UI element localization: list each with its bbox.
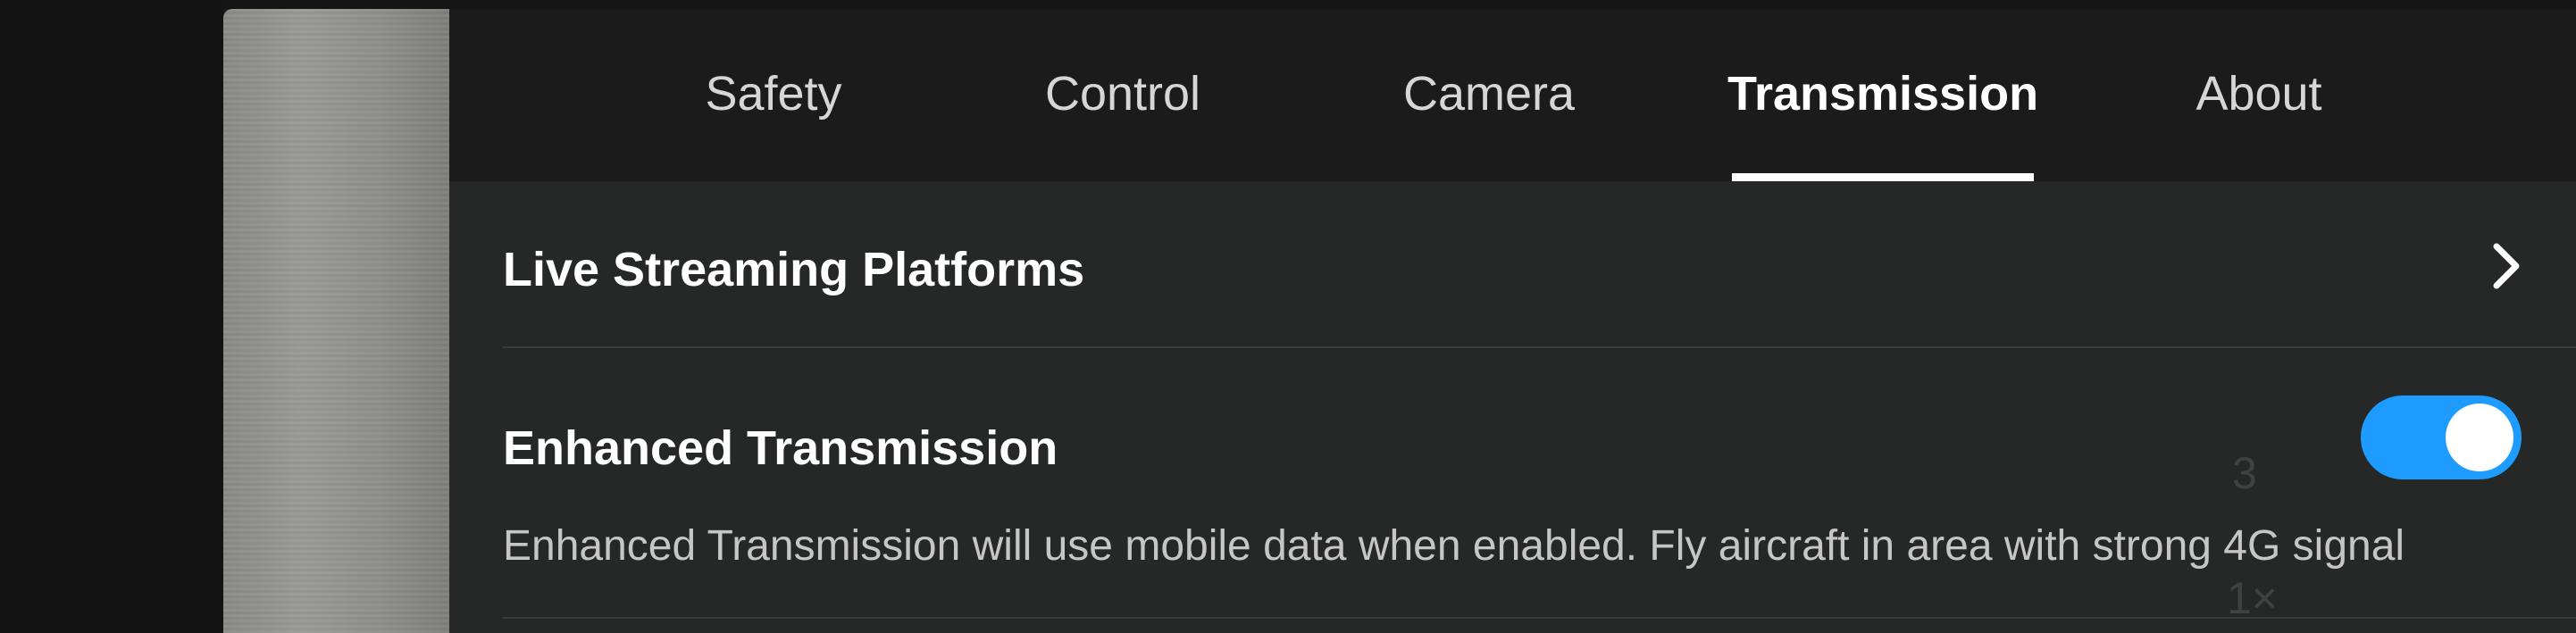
tab-label: About — [2195, 67, 2322, 121]
tab-transmission[interactable]: Transmission — [1727, 9, 2038, 181]
tab-label: Control — [1044, 67, 1201, 121]
live-streaming-platforms-label: Live Streaming Platforms — [503, 243, 1085, 296]
enhanced-transmission-toggle[interactable] — [2361, 396, 2522, 479]
tab-control[interactable]: Control — [1014, 9, 1232, 181]
settings-tabbar: Safety Control Camera Transmission About — [449, 9, 2576, 181]
live-streaming-platforms-row[interactable]: Live Streaming Platforms — [503, 181, 2576, 353]
tab-safety[interactable]: Safety — [673, 9, 874, 181]
toggle-knob — [2446, 404, 2513, 471]
left-edge-strip — [0, 0, 223, 633]
settings-panel: Safety Control Camera Transmission About… — [449, 9, 2576, 633]
camera-preview — [223, 9, 449, 633]
screen: Safety Control Camera Transmission About… — [0, 0, 2576, 633]
tab-label: Transmission — [1727, 67, 2039, 121]
chevron-right-icon — [2493, 243, 2520, 289]
tab-label: Camera — [1402, 67, 1576, 121]
tab-label: Safety — [705, 67, 842, 121]
tab-about[interactable]: About — [2185, 9, 2333, 181]
background-overlay-number: 3 — [2232, 448, 2257, 498]
row-divider — [503, 617, 2576, 619]
active-tab-indicator — [1732, 173, 2034, 181]
enhanced-transmission-description: Enhanced Transmission will use mobile da… — [503, 522, 2405, 570]
background-overlay-zoom: 1× — [2227, 573, 2279, 623]
tab-camera[interactable]: Camera — [1382, 9, 1596, 181]
enhanced-transmission-label: Enhanced Transmission — [503, 421, 1058, 475]
